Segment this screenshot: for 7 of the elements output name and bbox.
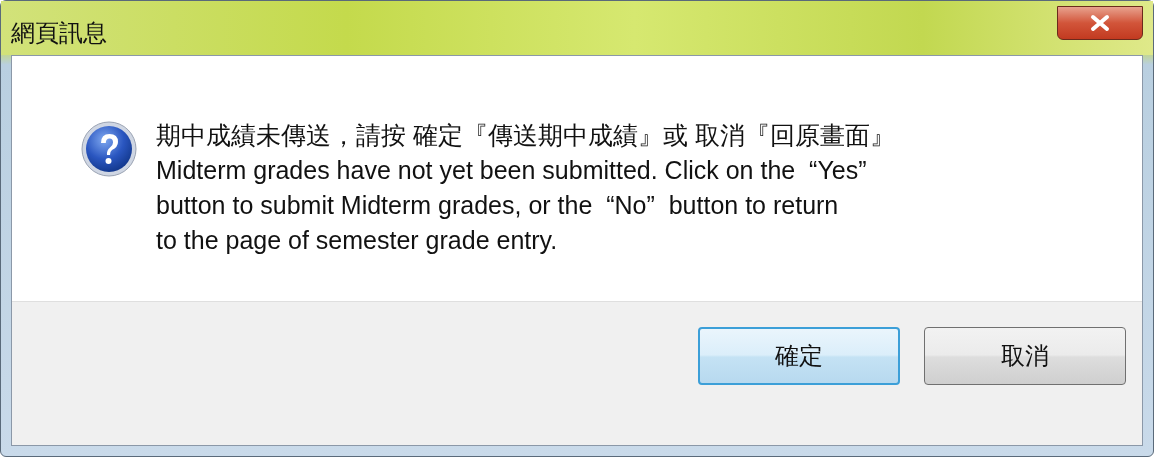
close-button[interactable] (1057, 6, 1143, 40)
close-icon (1089, 14, 1111, 32)
dialog-button[interactable]: 確定 (698, 327, 900, 385)
message-text: 期中成績未傳送，請按 確定『傳送期中成績』或 取消『回原畫面』 Midterm grades have not yet been submitted. Click on the “Yes” button to submit Midterm grades, or the “No” button to return to the page of semester grade entry. (156, 120, 895, 256)
window-title: 網頁訊息 (11, 18, 107, 48)
dialog-button[interactable]: 取消 (924, 327, 1126, 385)
question-icon (80, 120, 138, 178)
